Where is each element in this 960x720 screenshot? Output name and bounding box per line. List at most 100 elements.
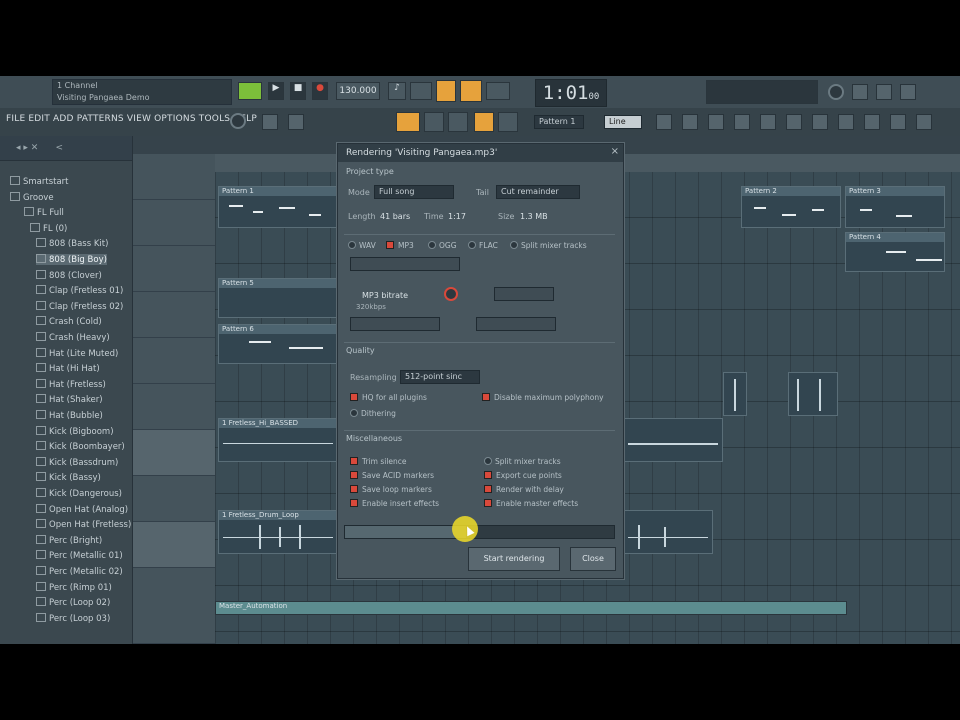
browser-item[interactable]: FL (0) — [30, 222, 67, 234]
browser-item[interactable]: Perc (Loop 03) — [36, 612, 110, 624]
microphone-icon[interactable] — [876, 84, 892, 100]
track-header[interactable] — [133, 246, 215, 292]
resampling-select[interactable]: 512-point sinc — [400, 370, 480, 384]
format-flac[interactable]: FLAC — [468, 241, 498, 250]
misc-right-option[interactable]: Enable master effects — [484, 499, 578, 508]
track-header[interactable] — [133, 522, 215, 568]
audio-clip[interactable]: 1 Fretless_Hi_BASSED — [218, 418, 338, 462]
browser-item[interactable]: Open Hat (Fretless) — [36, 519, 131, 530]
plugin-icon[interactable] — [708, 114, 724, 130]
piano-roll-icon[interactable] — [396, 112, 420, 132]
misc-left-option[interactable]: Save loop markers — [350, 485, 432, 494]
main-menu[interactable]: FILE EDIT ADD PATTERNS VIEW OPTIONS TOOL… — [6, 114, 257, 124]
track-header[interactable] — [133, 292, 215, 338]
automation-clip[interactable]: Master_Automation — [215, 601, 847, 615]
audio-clip[interactable] — [723, 372, 747, 416]
save-icon[interactable] — [786, 114, 802, 130]
help-icon[interactable] — [900, 84, 916, 100]
metronome-icon[interactable]: ♪ — [388, 82, 406, 100]
misc-left-option[interactable]: Save ACID markers — [350, 471, 434, 480]
pattern-clip[interactable]: Pattern 1 — [218, 186, 338, 228]
browser-item[interactable]: Hat (Lite Muted) — [36, 347, 118, 359]
browser-item[interactable]: Perc (Metallic 01) — [36, 550, 123, 561]
browser-item[interactable]: Kick (Bigboom) — [36, 425, 114, 437]
browser-item[interactable]: Kick (Boombayer) — [36, 441, 125, 452]
browser-item[interactable]: Crash (Cold) — [36, 316, 102, 327]
pattern-clip[interactable]: Pattern 6 — [218, 324, 338, 364]
close-icon[interactable]: × — [611, 146, 619, 157]
keyboard-icon[interactable] — [760, 114, 776, 130]
tool-icon[interactable] — [262, 114, 278, 130]
slice-icon[interactable] — [838, 114, 854, 130]
misc-right-option[interactable]: Export cue points — [484, 471, 562, 480]
record-button[interactable]: ● — [312, 82, 328, 100]
pattern-clip[interactable]: Pattern 3 — [845, 186, 945, 228]
wait-input-icon[interactable] — [410, 82, 432, 100]
misc-left-option[interactable]: Enable insert effects — [350, 499, 439, 508]
audio-clip[interactable] — [788, 372, 838, 416]
track-header[interactable] — [133, 200, 215, 246]
browser-item[interactable]: Kick (Dangerous) — [36, 488, 122, 499]
browser-item[interactable]: Hat (Bubble) — [36, 410, 103, 421]
browser-item[interactable]: Open Hat (Analog) — [36, 503, 128, 515]
mp3-bitrate-knob[interactable] — [444, 287, 458, 301]
loop-record-icon[interactable] — [460, 80, 482, 102]
browser-item[interactable]: Hat (Shaker) — [36, 394, 103, 405]
grid-icon[interactable] — [916, 114, 932, 130]
browser-icon[interactable] — [498, 112, 518, 132]
brush-icon[interactable] — [812, 114, 828, 130]
line-mode-select[interactable]: Line — [604, 115, 642, 129]
misc-right-option[interactable]: Split mixer tracks — [484, 457, 561, 466]
mode-select[interactable]: Full song — [374, 185, 454, 199]
misc-right-option[interactable]: Render with delay — [484, 485, 564, 494]
channel-rack-icon[interactable] — [448, 112, 468, 132]
browser-item[interactable]: Clap (Fretless 02) — [36, 300, 123, 312]
disable-max-polyphony-check[interactable]: Disable maximum polyphony — [482, 393, 604, 402]
browser-item[interactable]: Perc (Bright) — [36, 534, 102, 546]
track-header[interactable] — [133, 384, 215, 430]
magnet-icon[interactable] — [864, 114, 880, 130]
misc-left-option[interactable]: Trim silence — [350, 457, 407, 466]
browser-item[interactable]: Perc (Metallic 02) — [36, 566, 123, 577]
browser-item[interactable]: 808 (Bass Kit) — [36, 238, 108, 249]
master-volume-knob[interactable] — [828, 84, 844, 100]
browser-item[interactable]: 808 (Big Boy) — [36, 254, 107, 265]
pattern-clip[interactable]: Pattern 5 — [218, 278, 338, 318]
track-header[interactable] — [133, 338, 215, 384]
pattern-clip[interactable]: Pattern 2 — [741, 186, 841, 228]
tempo-display[interactable]: 130.000 — [336, 82, 380, 100]
browser-item[interactable]: Crash (Heavy) — [36, 332, 110, 343]
play-button[interactable]: ▶ — [268, 82, 284, 100]
pattern-song-toggle[interactable] — [238, 82, 262, 100]
mixer-icon[interactable] — [474, 112, 494, 132]
start-rendering-button[interactable]: Start rendering — [468, 547, 560, 571]
browser-item[interactable]: Groove — [10, 191, 54, 203]
browser-item[interactable]: Clap (Fretless 01) — [36, 285, 123, 296]
browser-item[interactable]: Smartstart — [10, 176, 69, 187]
track-header[interactable] — [133, 154, 215, 200]
tail-select[interactable]: Cut remainder — [496, 185, 580, 199]
link-icon[interactable] — [682, 114, 698, 130]
snap-knob[interactable] — [230, 113, 246, 129]
stop-button[interactable]: ■ — [290, 82, 306, 100]
pattern-clip[interactable]: Pattern 4 — [845, 232, 945, 272]
track-header[interactable] — [133, 476, 215, 522]
browser-item[interactable]: Hat (Hi Hat) — [36, 363, 100, 374]
browser-item[interactable]: FL Full — [24, 207, 64, 218]
format-mp3[interactable]: MP3 — [386, 241, 414, 250]
browser-item[interactable]: 808 (Clover) — [36, 269, 102, 281]
browser-item[interactable]: Kick (Bassdrum) — [36, 456, 118, 468]
format-wav[interactable]: WAV — [348, 241, 376, 250]
pin-icon[interactable] — [734, 114, 750, 130]
browser-item[interactable]: Hat (Fretless) — [36, 378, 106, 390]
countdown-icon[interactable] — [436, 80, 456, 102]
audio-clip[interactable]: 1 Fretless_Drum_Loop — [218, 510, 338, 554]
browser-item[interactable]: Perc (Rimp 01) — [36, 581, 112, 593]
audio-clip[interactable] — [623, 510, 713, 554]
track-header[interactable] — [133, 568, 215, 644]
track-header[interactable] — [133, 430, 215, 476]
tempo-tap-icon[interactable] — [852, 84, 868, 100]
blend-notes-icon[interactable] — [486, 82, 510, 100]
audio-clip[interactable] — [623, 418, 723, 462]
browser-item[interactable]: Kick (Bassy) — [36, 472, 101, 483]
